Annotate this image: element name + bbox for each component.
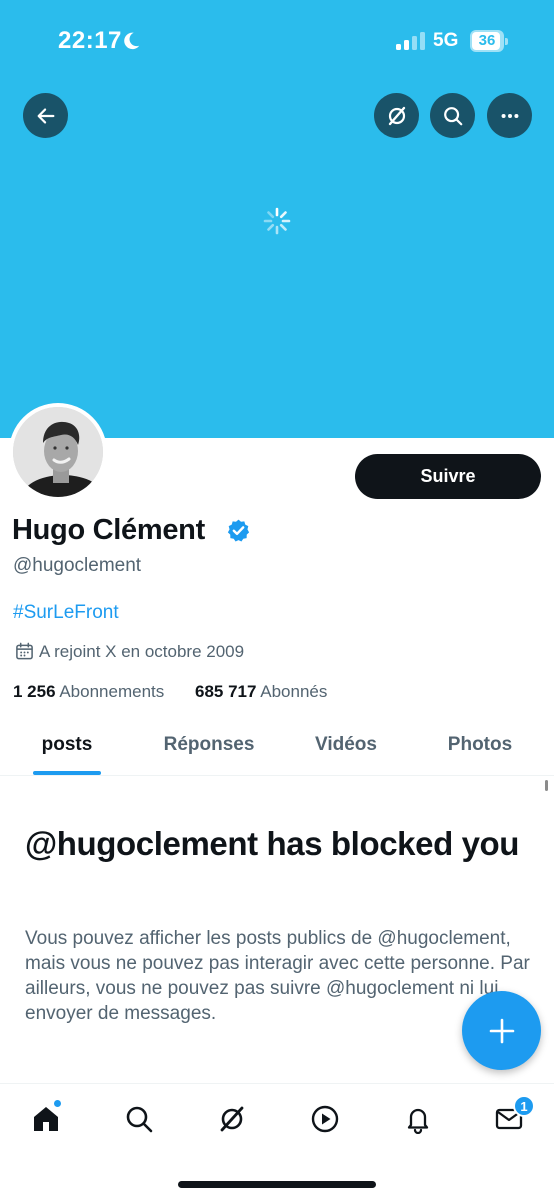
video-icon [311,1105,339,1133]
bottom-nav: 1 [0,1083,554,1200]
blocked-message: Vous pouvez afficher les posts publics d… [25,928,530,1024]
follow-button[interactable]: Suivre [355,454,541,499]
following-link[interactable]: 1 256 Abonnements [13,682,164,702]
compose-button[interactable] [462,991,541,1070]
avatar[interactable] [9,403,107,501]
followers-link[interactable]: 685 717 Abonnés [195,682,327,702]
plus-icon [489,1018,514,1043]
followers-label: Abonnés [260,682,328,701]
search-icon [443,106,462,125]
blocked-title: @hugoclement has blocked you [25,825,520,862]
nav-home[interactable] [28,1099,64,1137]
verified-badge-icon[interactable] [226,518,251,543]
moon-icon [124,32,140,50]
grok-icon [220,1106,244,1132]
signal-icon [396,32,425,50]
more-button[interactable] [487,93,532,138]
grok-icon [388,106,405,125]
tab-posts[interactable]: posts [0,734,134,756]
following-count: 1 256 [13,682,56,701]
calendar-icon [16,642,33,660]
profile-tabs: posts Réponses Vidéos Photos [0,715,554,776]
home-notification-dot [53,1099,62,1108]
back-button[interactable] [23,93,68,138]
status-time: 22:17 [58,27,122,54]
more-icon [501,113,518,118]
battery-icon: 36 [470,30,508,52]
grok-button[interactable] [374,93,419,138]
nav-messages[interactable]: 1 [491,1095,535,1137]
nav-grok[interactable] [214,1101,250,1137]
search-button[interactable] [430,93,475,138]
nav-video[interactable] [307,1101,343,1137]
joined-date: A rejoint X en octobre 2009 [39,642,245,661]
status-bar: 22:17 5G 36 [0,0,554,80]
tab-replies[interactable]: Réponses [142,734,276,756]
active-tab-indicator [33,771,101,775]
loading-spinner-icon [263,207,291,235]
home-indicator [178,1181,376,1188]
nav-search[interactable] [121,1101,157,1137]
network-label: 5G [433,30,459,51]
profile-handle: @hugoclement [13,555,142,576]
nav-notifications[interactable] [400,1101,436,1137]
tab-videos[interactable]: Vidéos [279,734,413,756]
messages-badge: 1 [513,1095,535,1117]
back-arrow-icon [37,107,54,124]
battery-level-text: 36 [478,32,496,49]
tab-photos[interactable]: Photos [413,734,547,756]
search-icon [126,1106,153,1133]
bio-hashtag-link[interactable]: #SurLeFront [13,602,119,624]
display-name: Hugo Clément [12,514,205,546]
bell-icon [407,1108,429,1134]
avatar-photo [13,407,103,497]
followers-count: 685 717 [195,682,257,701]
following-label: Abonnements [59,682,165,701]
scroll-indicator [545,780,548,791]
